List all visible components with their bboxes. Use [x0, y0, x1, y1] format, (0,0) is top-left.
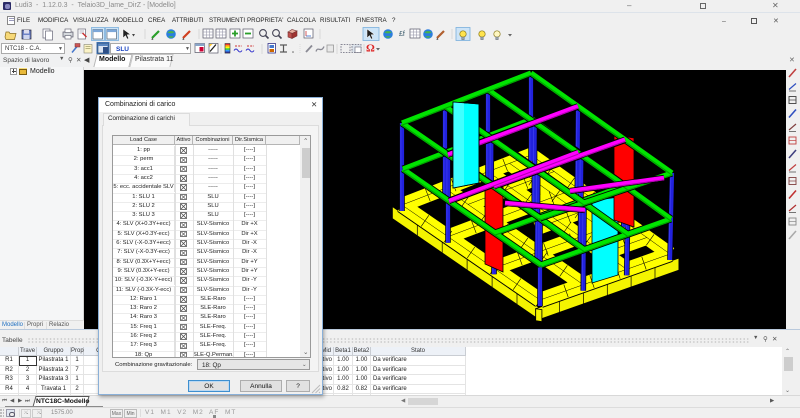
svg-text:Ω: Ω: [366, 43, 375, 55]
svg-text:✕: ✕: [789, 57, 795, 64]
svg-text:£f: £f: [399, 31, 405, 38]
